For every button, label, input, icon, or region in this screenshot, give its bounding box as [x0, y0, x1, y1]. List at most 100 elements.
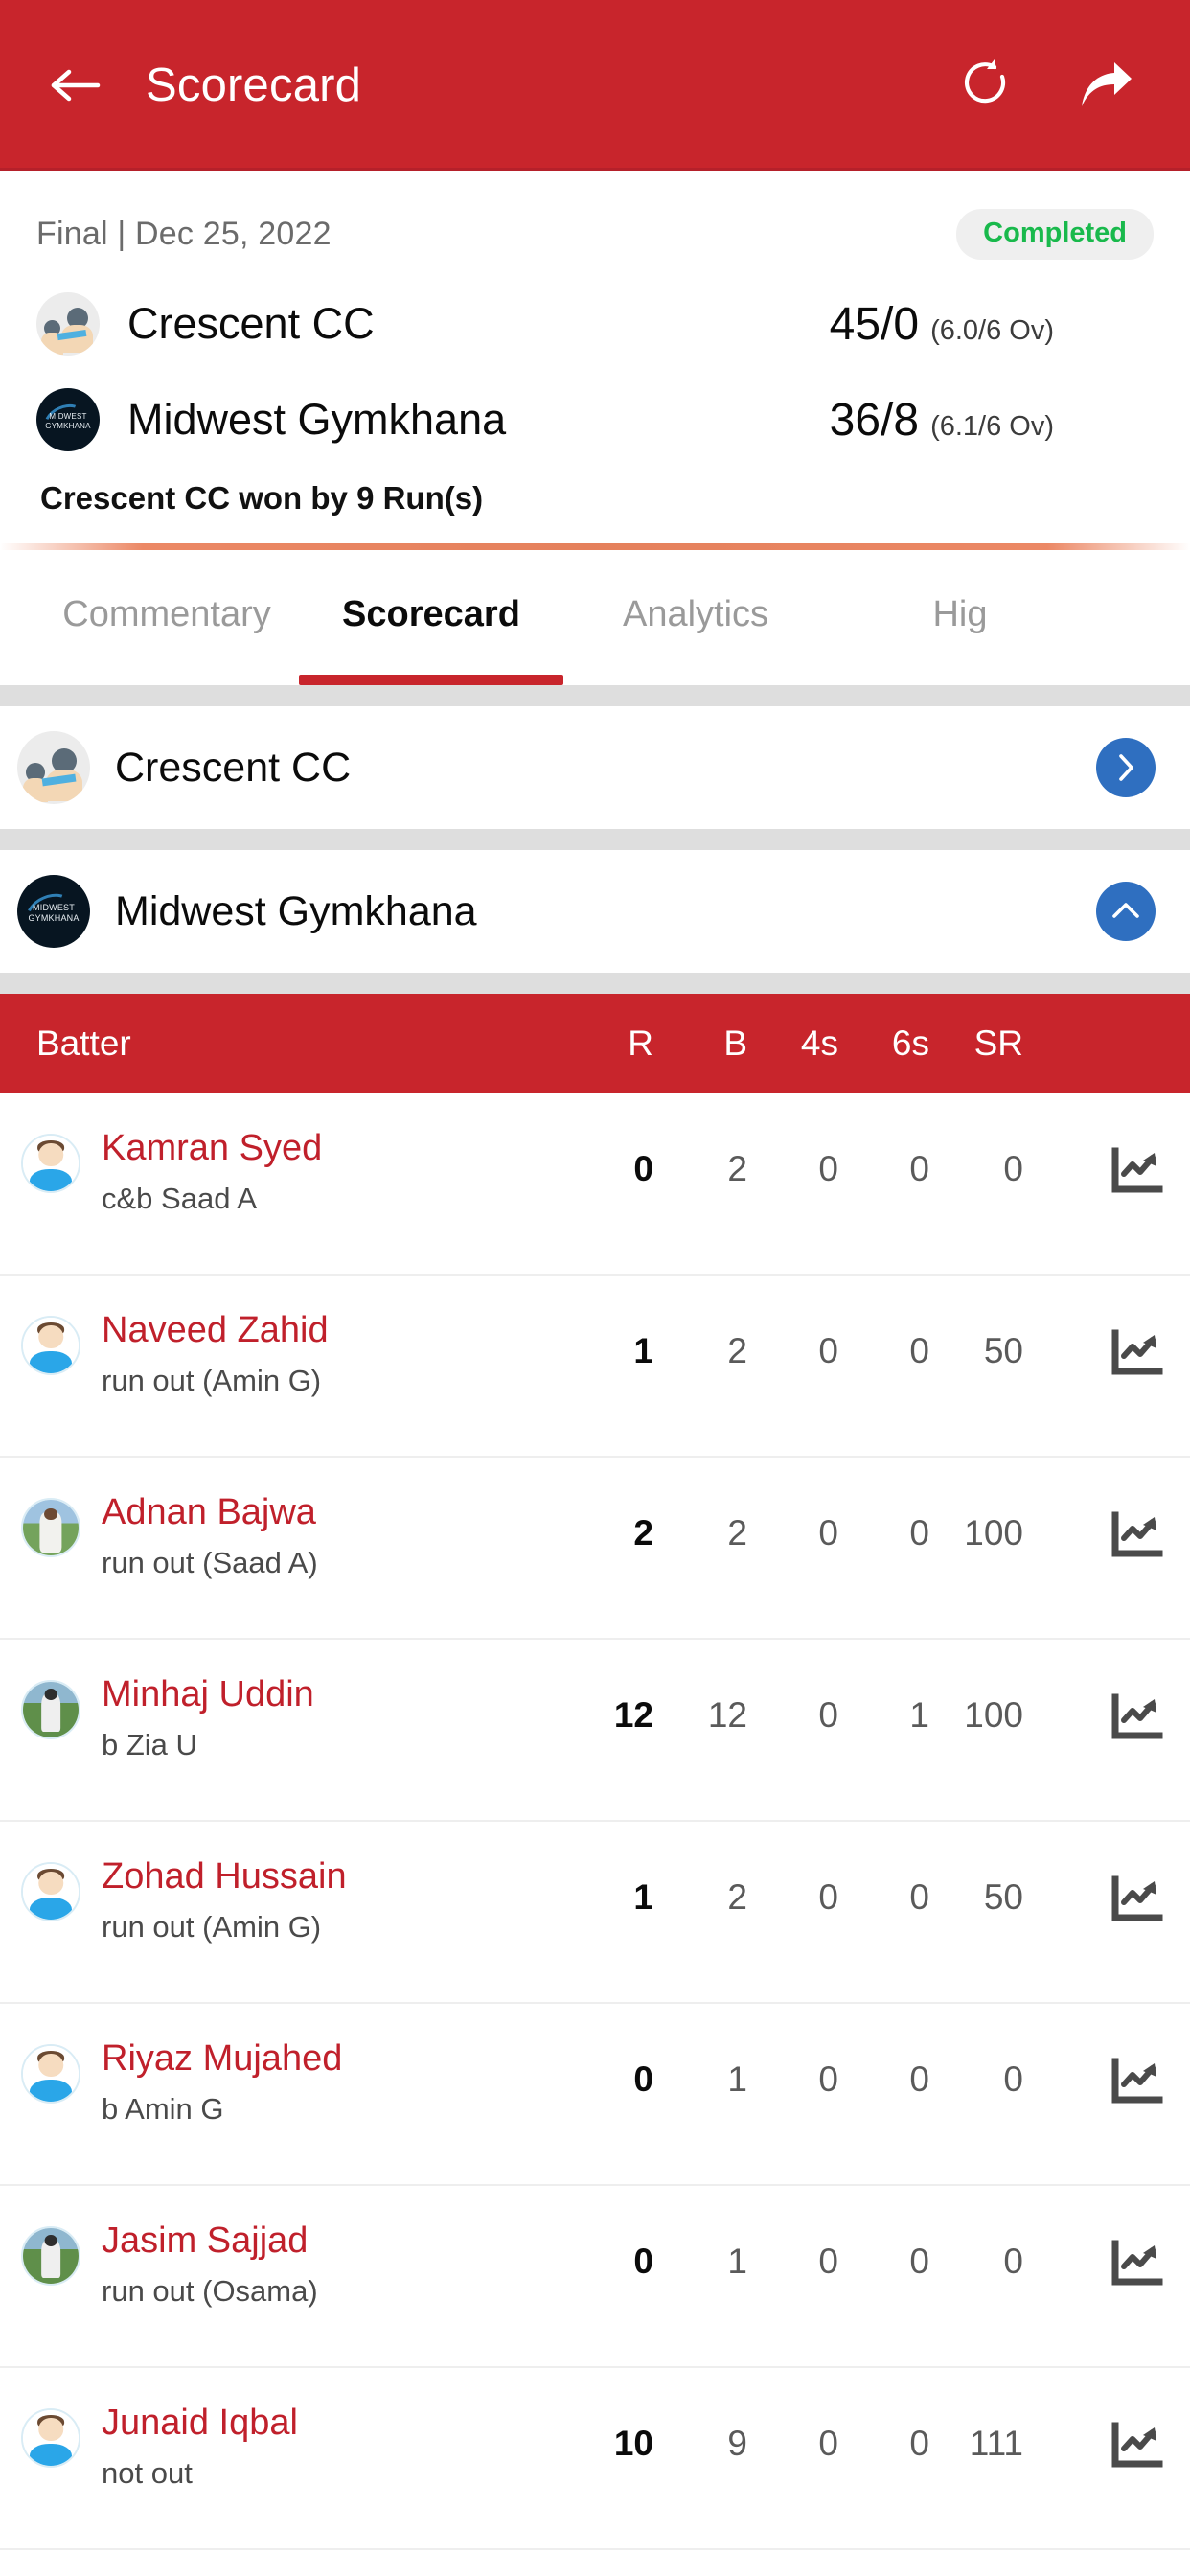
trending-chart-icon	[1111, 1329, 1163, 1375]
batter-name[interactable]: Kamran Syed	[102, 1128, 322, 1169]
batter-strike-rate: 100	[964, 1513, 1023, 1552]
batter-dismissal: b Zia U	[102, 1728, 197, 1761]
batter-balls: 2	[727, 1331, 747, 1370]
crescent-cc-logo	[17, 731, 90, 804]
batter-fours: 0	[818, 2242, 838, 2281]
tab-scorecard[interactable]: Scorecard	[299, 543, 563, 685]
trending-chart-icon	[1111, 2058, 1163, 2104]
avatar	[21, 2408, 80, 2468]
summary-header-row: Final | Dec 25, 2022 Completed	[36, 209, 1154, 260]
batter-fours: 0	[818, 1695, 838, 1735]
summary-team-score-wrap: 36/8 (6.1/6 Ov)	[830, 394, 1154, 447]
batter-fours: 0	[818, 1149, 838, 1188]
batter-dismissal: run out (Saad A)	[102, 1546, 318, 1579]
summary-team-row-1: Crescent CC 45/0 (6.0/6 Ov)	[36, 292, 1154, 356]
tab-commentary[interactable]: Commentary	[34, 543, 299, 685]
column-header-balls: B	[723, 1024, 747, 1063]
innings-row-midwest-gymkhana[interactable]: MIDWEST GYMKHANA Midwest Gymkhana	[0, 850, 1190, 973]
batter-fours: 0	[818, 1331, 838, 1370]
batter-balls: 9	[727, 2424, 747, 2463]
batter-chart-button[interactable]	[1110, 1875, 1163, 1923]
column-header-batter: Batter	[36, 1024, 131, 1063]
batter-name[interactable]: Zohad Hussain	[102, 1856, 347, 1898]
batter-name[interactable]: Jasim Sajjad	[102, 2220, 308, 2262]
summary-team-score: 45/0	[829, 298, 920, 350]
batter-balls: 1	[727, 2242, 747, 2281]
batter-chart-button[interactable]	[1110, 2058, 1163, 2105]
table-row[interactable]: Naveed Zahid run out (Amin G) 1 2 0 0 50	[0, 1276, 1190, 1458]
table-row[interactable]: Junaid Iqbal not out 10 9 0 0 111	[0, 2368, 1190, 2550]
table-row[interactable]: Riyaz Mujahed b Amin G 0 1 0 0 0	[0, 2004, 1190, 2186]
back-button[interactable]	[44, 54, 107, 117]
status-badge: Completed	[956, 209, 1154, 260]
batter-chart-button[interactable]	[1110, 1511, 1163, 1559]
trending-chart-icon	[1111, 1147, 1163, 1193]
table-row[interactable]: Minhaj Uddin b Zia U 12 12 0 1 100	[0, 1640, 1190, 1822]
summary-team-row-2: MIDWEST GYMKHANA Midwest Gymkhana 36/8 (6…	[36, 388, 1154, 451]
avatar	[21, 1862, 80, 1921]
batter-dismissal: not out	[102, 2456, 193, 2490]
table-row[interactable]: Jasim Sajjad run out (Osama) 0 1 0 0 0	[0, 2186, 1190, 2368]
batter-sixes: 0	[909, 2242, 929, 2281]
summary-team-score: 36/8	[829, 394, 920, 446]
column-header-fours: 4s	[800, 1024, 838, 1063]
batter-name[interactable]: Minhaj Uddin	[102, 1674, 314, 1715]
tab-analytics[interactable]: Analytics	[563, 543, 828, 685]
batter-runs: 1	[633, 1331, 653, 1370]
crescent-cc-logo	[36, 292, 100, 356]
batter-balls: 2	[727, 1149, 747, 1188]
refresh-button[interactable]	[952, 51, 1021, 120]
page-title: Scorecard	[146, 59, 362, 111]
innings-expand-button-crescent-cc[interactable]	[1096, 738, 1156, 797]
batter-strike-rate: 100	[964, 1695, 1023, 1735]
batter-name[interactable]: Junaid Iqbal	[102, 2403, 298, 2444]
batter-runs: 10	[613, 2424, 653, 2463]
batter-name[interactable]: Riyaz Mujahed	[102, 2038, 342, 2080]
trending-chart-icon	[1111, 2422, 1163, 2468]
innings-row-crescent-cc[interactable]: Crescent CC	[0, 706, 1190, 829]
batting-table-header: Batter R B 4s 6s SR	[0, 994, 1190, 1093]
batter-chart-button[interactable]	[1110, 2240, 1163, 2288]
batter-name[interactable]: Adnan Bajwa	[102, 1492, 316, 1533]
trending-chart-icon	[1111, 2240, 1163, 2286]
batter-strike-rate: 50	[983, 1877, 1023, 1917]
chevron-up-icon	[1112, 903, 1139, 918]
batter-sixes: 1	[909, 1695, 929, 1735]
table-row[interactable]: Adnan Bajwa run out (Saad A) 2 2 0 0 100	[0, 1458, 1190, 1640]
batter-chart-button[interactable]	[1110, 1329, 1163, 1377]
share-button[interactable]	[1071, 51, 1140, 120]
batter-sixes: 0	[909, 2424, 929, 2463]
batter-strike-rate: 50	[983, 1331, 1023, 1370]
batter-runs: 0	[633, 2242, 653, 2281]
innings-team-name: Midwest Gymkhana	[115, 887, 477, 934]
refresh-icon	[964, 59, 1006, 104]
batter-dismissal: run out (Amin G)	[102, 1910, 322, 1944]
column-header-sixes: 6s	[891, 1024, 929, 1063]
tab-highlights[interactable]: Hig	[828, 543, 1092, 685]
batter-runs: 0	[633, 1149, 653, 1188]
innings-collapse-button-midwest-gymkhana[interactable]	[1096, 882, 1156, 941]
batter-chart-button[interactable]	[1110, 1147, 1163, 1195]
column-header-runs: R	[628, 1024, 653, 1063]
batter-chart-button[interactable]	[1110, 2422, 1163, 2470]
table-row[interactable]: Zohad Hussain run out (Amin G) 1 2 0 0 5…	[0, 1822, 1190, 2004]
table-row[interactable]: Kamran Syed c&b Saad A 0 2 0 0 0	[0, 1093, 1190, 1276]
avatar	[21, 1134, 80, 1193]
batter-chart-button[interactable]	[1110, 1693, 1163, 1741]
match-summary: Final | Dec 25, 2022 Completed Crescent …	[0, 171, 1190, 543]
batter-balls: 2	[727, 1877, 747, 1917]
summary-team-overs: (6.0/6 Ov)	[930, 314, 1054, 346]
batter-name[interactable]: Naveed Zahid	[102, 1310, 329, 1351]
batting-table-body: Kamran Syed c&b Saad A 0 2 0 0 0 Naveed …	[0, 1093, 1190, 2576]
trending-chart-icon	[1111, 1875, 1163, 1921]
summary-team-overs: (6.1/6 Ov)	[930, 410, 1054, 442]
batter-fours: 0	[818, 1877, 838, 1917]
batter-runs: 0	[633, 2059, 653, 2099]
table-row[interactable]: Emaad Hussain c&b Syed N 2 4 0 0 50	[0, 2550, 1190, 2576]
batter-strike-rate: 0	[1003, 2059, 1023, 2099]
section-divider	[0, 973, 1190, 994]
midwest-gymkhana-logo: MIDWEST GYMKHANA	[36, 388, 100, 451]
tab-list[interactable]: Commentary Scorecard Analytics Hig	[0, 543, 1190, 685]
batter-sixes: 0	[909, 2059, 929, 2099]
avatar	[21, 2044, 80, 2104]
